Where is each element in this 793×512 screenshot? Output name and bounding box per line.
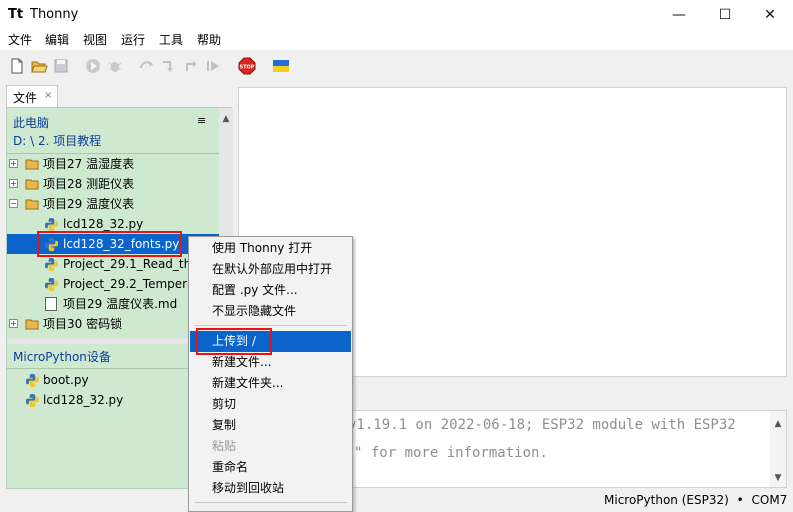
tree-label: 项目29 温度仪表.md [63, 297, 178, 311]
panel-menu-icon[interactable]: ≡ [197, 114, 206, 127]
menu-edit[interactable]: 编辑 [44, 32, 70, 48]
interpreter-label[interactable]: MicroPython (ESP32) [604, 493, 729, 507]
tab-files[interactable]: 文件 × [6, 85, 58, 107]
context-menu: 使用 Thonny 打开 在默认外部应用中打开 配置 .py 文件... 不显示… [188, 236, 353, 512]
python-file-icon [25, 393, 40, 408]
ukraine-flag-icon[interactable] [272, 57, 290, 75]
save-icon[interactable] [52, 57, 70, 75]
expand-icon[interactable]: + [9, 319, 18, 328]
python-file-icon [44, 277, 59, 292]
menu-file[interactable]: 文件 [7, 32, 33, 48]
title-bar: Tt Thonny — ☐ ✕ [0, 0, 793, 30]
menu-view[interactable]: 视图 [82, 32, 108, 48]
text-file-icon [45, 297, 57, 311]
menu-open-external[interactable]: 在默认外部应用中打开 [190, 259, 351, 280]
tree-label: boot.py [43, 373, 89, 387]
folder-icon [25, 179, 39, 190]
expand-icon[interactable]: + [9, 159, 18, 168]
resume-icon[interactable] [204, 57, 222, 75]
run-icon[interactable] [84, 57, 102, 75]
menu-open-with-thonny[interactable]: 使用 Thonny 打开 [190, 238, 351, 259]
tree-label: Project_29.1_Read_the [63, 257, 199, 271]
maximize-icon[interactable]: ☐ [702, 0, 748, 30]
menu-copy[interactable]: 复制 [190, 415, 351, 436]
location-label[interactable]: 此电脑 [13, 114, 49, 131]
tree-label: Project_29.2_Tempera [63, 277, 195, 291]
menu-configure-py[interactable]: 配置 .py 文件... [190, 280, 351, 301]
status-separator: • [736, 493, 744, 507]
menu-new-folder[interactable]: 新建文件夹... [190, 373, 351, 394]
scroll-up-icon[interactable]: ▲ [219, 112, 233, 126]
tree-label: 项目28 测距仪表 [43, 177, 135, 191]
menu-new-file[interactable]: 新建文件... [190, 352, 351, 373]
scroll-up-icon[interactable]: ▲ [771, 417, 785, 431]
open-folder-icon[interactable] [30, 57, 48, 75]
collapse-icon[interactable]: − [9, 199, 18, 208]
thonny-logo-icon: Tt [8, 7, 24, 22]
tree-label: 项目29 温度仪表 [43, 197, 135, 211]
menu-cut[interactable]: 剪切 [190, 394, 351, 415]
svg-text:STOP: STOP [240, 65, 255, 71]
step-out-icon[interactable] [182, 57, 200, 75]
close-icon[interactable]: ✕ [747, 0, 793, 30]
port-label[interactable]: COM7 [752, 493, 788, 507]
folder-open-icon [25, 199, 39, 210]
expand-icon[interactable]: + [9, 179, 18, 188]
step-over-icon[interactable] [138, 57, 156, 75]
status-bar[interactable]: MicroPython (ESP32) • COM7 [604, 492, 787, 508]
menu-separator [194, 502, 347, 503]
tab-close-icon[interactable]: × [44, 90, 52, 101]
python-file-icon [44, 217, 59, 232]
tree-label: 项目30 密码锁 [43, 317, 123, 331]
highlight-box [196, 328, 272, 355]
device-label[interactable]: MicroPython设备 [13, 348, 111, 365]
new-file-icon[interactable] [8, 57, 26, 75]
menu-rename[interactable]: 重命名 [190, 457, 351, 478]
menu-separator [194, 325, 347, 326]
menu-hide-hidden[interactable]: 不显示隐藏文件 [190, 301, 351, 322]
debug-icon[interactable] [106, 57, 124, 75]
folder-icon [25, 159, 39, 170]
tree-label: lcd128_32.py [43, 393, 124, 407]
window-title: Thonny [30, 7, 79, 22]
menu-tools[interactable]: 工具 [158, 32, 184, 48]
shell-banner-line: v1.19.1 on 2022-06-18; ESP32 module with… [348, 417, 736, 433]
minimize-icon[interactable]: — [656, 0, 702, 30]
menu-paste[interactable]: 粘贴 [190, 436, 351, 457]
tab-files-label: 文件 [13, 91, 38, 105]
step-into-icon[interactable] [160, 57, 178, 75]
scroll-down-icon[interactable]: ▼ [771, 471, 785, 485]
tree-label: 项目27 温湿度表 [43, 157, 135, 171]
stop-icon[interactable]: STOP [238, 57, 256, 75]
toolbar: STOP [0, 52, 793, 80]
tree-folder-29[interactable]: − 项目29 温度仪表 [7, 194, 219, 214]
menu-help[interactable]: 帮助 [196, 32, 222, 48]
shell-scrollbar[interactable]: ▲ ▼ [770, 411, 786, 487]
python-file-icon [44, 237, 59, 252]
tree-label: lcd128_32_fonts.py [63, 237, 180, 251]
shell-help-line: " for more information. [354, 445, 548, 461]
python-file-icon [44, 257, 59, 272]
path-breadcrumb[interactable]: D: \ 2. 项目教程 [13, 132, 101, 149]
tree-folder-28[interactable]: + 项目28 测距仪表 [7, 174, 219, 194]
menu-bar: 文件 编辑 视图 运行 工具 帮助 [0, 30, 793, 50]
python-file-icon [25, 373, 40, 388]
menu-move-to-trash[interactable]: 移动到回收站 [190, 478, 351, 499]
menu-run[interactable]: 运行 [120, 32, 146, 48]
tree-folder-27[interactable]: + 项目27 温湿度表 [7, 154, 219, 174]
folder-icon [25, 319, 39, 330]
